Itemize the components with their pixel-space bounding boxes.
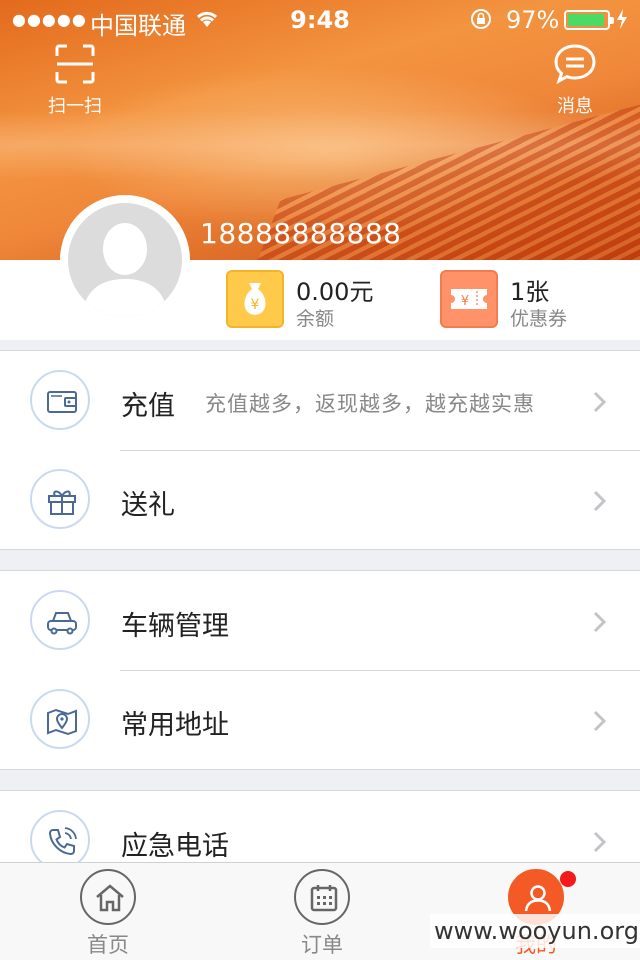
status-bar: ●●●●● 中国联通 9:48 97% xyxy=(0,0,640,40)
scan-button[interactable]: 扫一扫 xyxy=(25,42,125,118)
battery-nub xyxy=(610,17,614,24)
notification-badge xyxy=(560,871,576,887)
tab-label: 首页 xyxy=(87,933,129,957)
menu-group-wallet: 充值 充值越多，返现越多，越充越实惠 送礼 xyxy=(0,350,640,550)
menu-item-recharge[interactable]: 充值 充值越多，返现越多，越充越实惠 xyxy=(0,351,640,450)
wallet-icon xyxy=(30,370,90,430)
balance-label: 余额 xyxy=(296,308,335,330)
gift-icon xyxy=(30,469,90,529)
chevron-right-icon xyxy=(593,490,607,512)
tab-orders[interactable]: 订单 xyxy=(262,863,382,960)
balance-value: 0.00元 xyxy=(296,278,374,306)
chevron-right-icon xyxy=(593,391,607,413)
menu-item-subtitle: 充值越多，返现越多，越充越实惠 xyxy=(205,392,535,416)
scan-label: 扫一扫 xyxy=(48,96,102,117)
avatar[interactable] xyxy=(60,195,190,325)
messages-button[interactable]: 消息 xyxy=(525,42,625,118)
tab-label: 订单 xyxy=(301,933,343,957)
chevron-right-icon xyxy=(593,611,607,633)
menu-item-vehicle-management[interactable]: 车辆管理 xyxy=(0,571,640,670)
map-pin-icon xyxy=(30,689,90,749)
rotation-lock-icon xyxy=(471,9,491,29)
charging-bolt-icon xyxy=(617,9,627,29)
menu-item-title: 送礼 xyxy=(121,490,175,521)
avatar-placeholder xyxy=(68,203,182,317)
svg-text:¥: ¥ xyxy=(251,297,260,313)
battery-icon xyxy=(564,10,614,30)
menu-item-title: 应急电话 xyxy=(121,831,229,862)
ticket-icon: ¥ xyxy=(440,270,498,328)
default-user-icon xyxy=(82,223,168,317)
calendar-icon xyxy=(294,869,350,925)
menu-item-title: 常用地址 xyxy=(121,710,229,741)
svg-text:¥: ¥ xyxy=(461,294,469,309)
messages-label: 消息 xyxy=(557,96,593,117)
menu-item-title: 车辆管理 xyxy=(121,611,229,642)
user-phone-number: 18888888888 xyxy=(200,217,402,250)
home-icon xyxy=(80,869,136,925)
money-bag-icon: ¥ xyxy=(226,270,284,328)
chevron-right-icon xyxy=(593,710,607,732)
coupon-value: 1张 xyxy=(510,278,550,306)
menu-item-addresses[interactable]: 常用地址 xyxy=(0,670,640,769)
tab-home[interactable]: 首页 xyxy=(48,863,168,960)
battery-percent: 97% xyxy=(506,6,560,34)
battery-fill xyxy=(568,14,604,26)
coupon-label: 优惠券 xyxy=(510,308,568,330)
car-icon xyxy=(30,590,90,650)
chat-bubble-icon xyxy=(554,44,596,85)
phone-icon xyxy=(30,810,90,870)
chevron-right-icon xyxy=(593,831,607,853)
menu-group-vehicle: 车辆管理 常用地址 xyxy=(0,570,640,770)
watermark: www.wooyun.org xyxy=(430,914,640,948)
scan-icon xyxy=(55,44,95,84)
menu-item-gift[interactable]: 送礼 xyxy=(0,450,640,549)
menu-item-title: 充值 xyxy=(121,391,175,422)
